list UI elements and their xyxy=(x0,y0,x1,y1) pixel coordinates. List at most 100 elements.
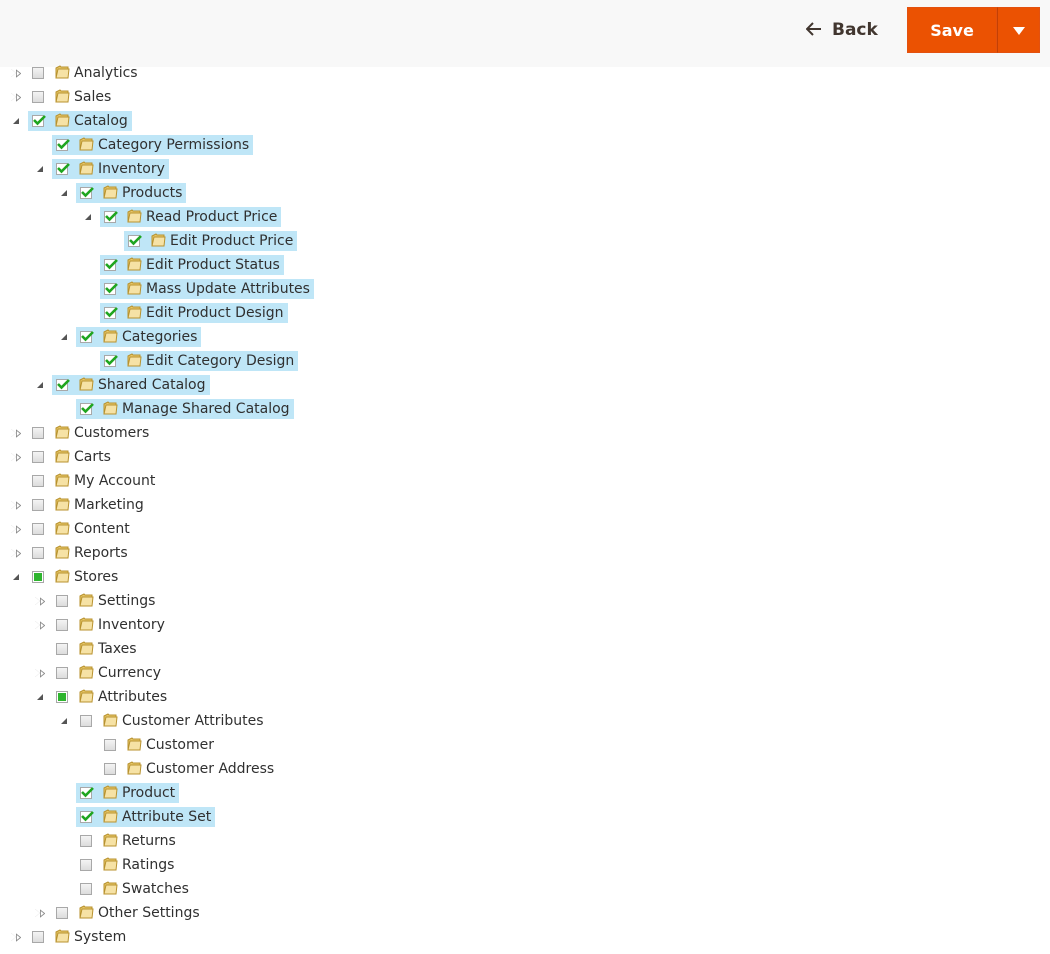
tree-item-attributes[interactable]: Attributes xyxy=(52,687,171,707)
tree-item-customer-attributes[interactable]: Customer Attributes xyxy=(76,711,268,731)
checkbox[interactable] xyxy=(32,67,44,79)
save-options-toggle[interactable] xyxy=(997,7,1040,53)
tree-expand-icon[interactable] xyxy=(11,548,21,558)
checkbox[interactable] xyxy=(56,163,70,175)
tree-expand-icon[interactable] xyxy=(11,932,21,942)
checkbox[interactable] xyxy=(56,907,68,919)
checkbox[interactable] xyxy=(56,667,68,679)
checkbox[interactable] xyxy=(56,643,68,655)
tree-item-content[interactable]: Content xyxy=(28,519,134,539)
tree-item-products[interactable]: Products xyxy=(76,183,187,203)
checkbox[interactable] xyxy=(80,835,92,847)
checkbox[interactable] xyxy=(56,379,70,391)
checkbox[interactable] xyxy=(32,115,46,127)
checkbox[interactable] xyxy=(80,883,92,895)
tree-item-product[interactable]: Product xyxy=(76,783,180,803)
tree-item-swatches[interactable]: Swatches xyxy=(76,879,193,899)
checkbox[interactable] xyxy=(104,763,116,775)
checkbox[interactable] xyxy=(32,571,44,583)
tree-item-currency[interactable]: Currency xyxy=(52,663,165,683)
tree-item-taxes[interactable]: Taxes xyxy=(52,639,141,659)
checkbox[interactable] xyxy=(32,451,44,463)
tree-item-catalog[interactable]: Catalog xyxy=(28,111,132,131)
tree-expand-icon[interactable] xyxy=(11,524,21,534)
tree-item-my-account[interactable]: My Account xyxy=(28,471,159,491)
tree-collapse-icon[interactable] xyxy=(11,572,21,582)
tree-item-edit-product-design[interactable]: Edit Product Design xyxy=(100,303,288,323)
tree-item-ratings[interactable]: Ratings xyxy=(76,855,178,875)
tree-item-reports[interactable]: Reports xyxy=(28,543,132,563)
tree-item-mass-update-attributes[interactable]: Mass Update Attributes xyxy=(100,279,314,299)
tree-item-customer[interactable]: Customer xyxy=(100,735,218,755)
tree-item-stores-inventory[interactable]: Inventory xyxy=(52,615,169,635)
tree-item-manage-shared-catalog[interactable]: Manage Shared Catalog xyxy=(76,399,294,419)
checkbox[interactable] xyxy=(80,811,94,823)
tree-item-label: Category Permissions xyxy=(98,137,250,153)
tree-item-edit-category-design[interactable]: Edit Category Design xyxy=(100,351,299,371)
checkbox[interactable] xyxy=(32,931,44,943)
tree-item-stores[interactable]: Stores xyxy=(28,567,122,587)
tree-item-other-settings[interactable]: Other Settings xyxy=(52,903,204,923)
checkbox[interactable] xyxy=(104,307,118,319)
checkbox[interactable] xyxy=(80,787,94,799)
tree-item-attribute-set[interactable]: Attribute Set xyxy=(76,807,216,827)
tree-collapse-icon[interactable] xyxy=(59,716,69,726)
checkbox[interactable] xyxy=(128,235,142,247)
checkbox[interactable] xyxy=(104,355,118,367)
tree-expand-icon[interactable] xyxy=(11,68,21,78)
checkbox[interactable] xyxy=(104,739,116,751)
checkbox[interactable] xyxy=(80,403,94,415)
tree-item-system[interactable]: System xyxy=(28,927,130,947)
tree-expand-icon[interactable] xyxy=(35,668,45,678)
checkbox[interactable] xyxy=(56,139,70,151)
checkbox[interactable] xyxy=(32,499,44,511)
tree-item-carts[interactable]: Carts xyxy=(28,447,115,467)
tree-item-sales[interactable]: Sales xyxy=(28,87,115,107)
checkbox[interactable] xyxy=(104,259,118,271)
checkbox[interactable] xyxy=(32,91,44,103)
tree-item-label: Reports xyxy=(74,545,128,561)
tree-collapse-icon[interactable] xyxy=(11,116,21,126)
tree-expand-icon[interactable] xyxy=(35,596,45,606)
checkbox[interactable] xyxy=(104,283,118,295)
tree-item-category-permissions[interactable]: Category Permissions xyxy=(52,135,254,155)
checkbox[interactable] xyxy=(80,187,94,199)
checkbox[interactable] xyxy=(80,331,94,343)
tree-expand-icon[interactable] xyxy=(35,908,45,918)
tree-item-settings[interactable]: Settings xyxy=(52,591,159,611)
tree-item-customers[interactable]: Customers xyxy=(28,423,153,443)
checkbox[interactable] xyxy=(104,211,118,223)
checkbox[interactable] xyxy=(32,475,44,487)
tree-collapse-icon[interactable] xyxy=(59,332,69,342)
tree-expand-icon[interactable] xyxy=(11,428,21,438)
tree-item-edit-product-status[interactable]: Edit Product Status xyxy=(100,255,284,275)
tree-expand-icon[interactable] xyxy=(35,620,45,630)
tree-expand-icon[interactable] xyxy=(11,452,21,462)
tree-item-categories[interactable]: Categories xyxy=(76,327,202,347)
checkbox[interactable] xyxy=(32,547,44,559)
tree-collapse-icon[interactable] xyxy=(35,380,45,390)
tree-item-shared-catalog[interactable]: Shared Catalog xyxy=(52,375,210,395)
checkbox[interactable] xyxy=(56,595,68,607)
checkbox[interactable] xyxy=(56,691,68,703)
tree-expand-icon[interactable] xyxy=(11,92,21,102)
checkbox[interactable] xyxy=(56,619,68,631)
tree-collapse-icon[interactable] xyxy=(83,212,93,222)
tree-item-returns[interactable]: Returns xyxy=(76,831,180,851)
tree-item-read-product-price[interactable]: Read Product Price xyxy=(100,207,282,227)
tree-expand-icon[interactable] xyxy=(11,500,21,510)
tree-collapse-icon[interactable] xyxy=(35,692,45,702)
checkbox[interactable] xyxy=(80,859,92,871)
checkbox[interactable] xyxy=(32,523,44,535)
checkbox[interactable] xyxy=(80,715,92,727)
tree-item-marketing[interactable]: Marketing xyxy=(28,495,148,515)
checkbox[interactable] xyxy=(32,427,44,439)
tree-collapse-icon[interactable] xyxy=(35,164,45,174)
save-button[interactable]: Save xyxy=(907,7,997,53)
tree-item-analytics[interactable]: Analytics xyxy=(28,63,142,83)
tree-collapse-icon[interactable] xyxy=(59,188,69,198)
tree-item-inventory[interactable]: Inventory xyxy=(52,159,169,179)
tree-item-edit-product-price[interactable]: Edit Product Price xyxy=(124,231,298,251)
back-button[interactable]: Back xyxy=(805,17,878,43)
tree-item-customer-address[interactable]: Customer Address xyxy=(100,759,278,779)
